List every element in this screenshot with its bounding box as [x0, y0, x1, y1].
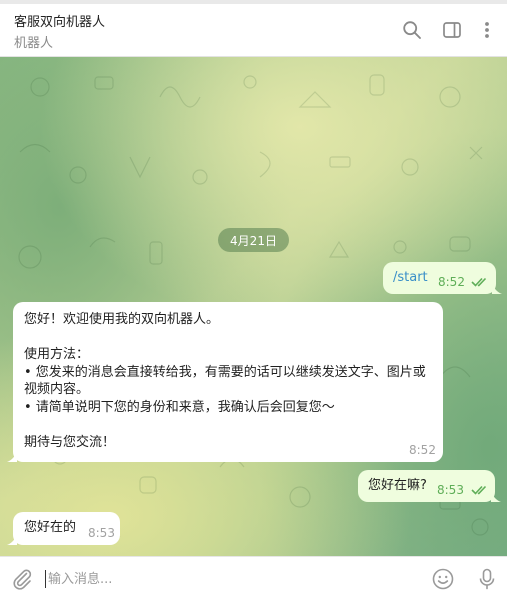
sidebar-toggle-icon[interactable]	[440, 18, 464, 42]
date-separator: 4月21日	[218, 228, 289, 252]
message-text: 您好在嘛?	[368, 478, 427, 493]
microphone-icon[interactable]	[475, 567, 499, 591]
chat-status: 机器人	[14, 36, 54, 51]
message-text: 您好在的	[24, 520, 77, 535]
paperclip-icon[interactable]	[10, 567, 34, 591]
bubble-tail	[492, 282, 502, 294]
bot-command-link[interactable]: /start	[393, 269, 428, 287]
outgoing-message[interactable]: /start 8:52	[383, 262, 502, 294]
chat-header: 客服双向机器人 机器人	[0, 0, 507, 57]
emoji-icon[interactable]	[431, 567, 455, 591]
double-check-icon	[471, 485, 487, 495]
message-time: 8:52	[409, 443, 436, 457]
chat-title[interactable]: 客服双向机器人	[14, 11, 105, 30]
outgoing-message[interactable]: 您好在嘛? 8:53	[358, 470, 501, 502]
message-time: 8:53	[88, 526, 115, 540]
incoming-message[interactable]: 您好在的 8:53	[7, 512, 120, 545]
text-cursor	[45, 570, 46, 588]
bubble-tail	[491, 490, 501, 502]
bubble-tail	[7, 450, 17, 462]
bubble-tail	[7, 533, 17, 545]
search-icon[interactable]	[400, 18, 424, 42]
message-text: 您好！欢迎使用我的双向机器人。 使用方法： • 您发来的消息会直接转给我，有需要…	[24, 312, 426, 450]
message-composer	[0, 556, 507, 600]
chat-history[interactable]: 4月21日 /start 8:52 您好！欢迎使用我的双向机器人。 使用方法： …	[0, 57, 507, 556]
message-time: 8:52	[438, 275, 465, 289]
more-vertical-icon[interactable]	[475, 18, 499, 42]
message-input[interactable]	[48, 568, 408, 590]
message-time: 8:53	[437, 483, 464, 497]
incoming-message[interactable]: 您好！欢迎使用我的双向机器人。 使用方法： • 您发来的消息会直接转给我，有需要…	[7, 302, 443, 462]
double-check-icon	[471, 277, 487, 287]
